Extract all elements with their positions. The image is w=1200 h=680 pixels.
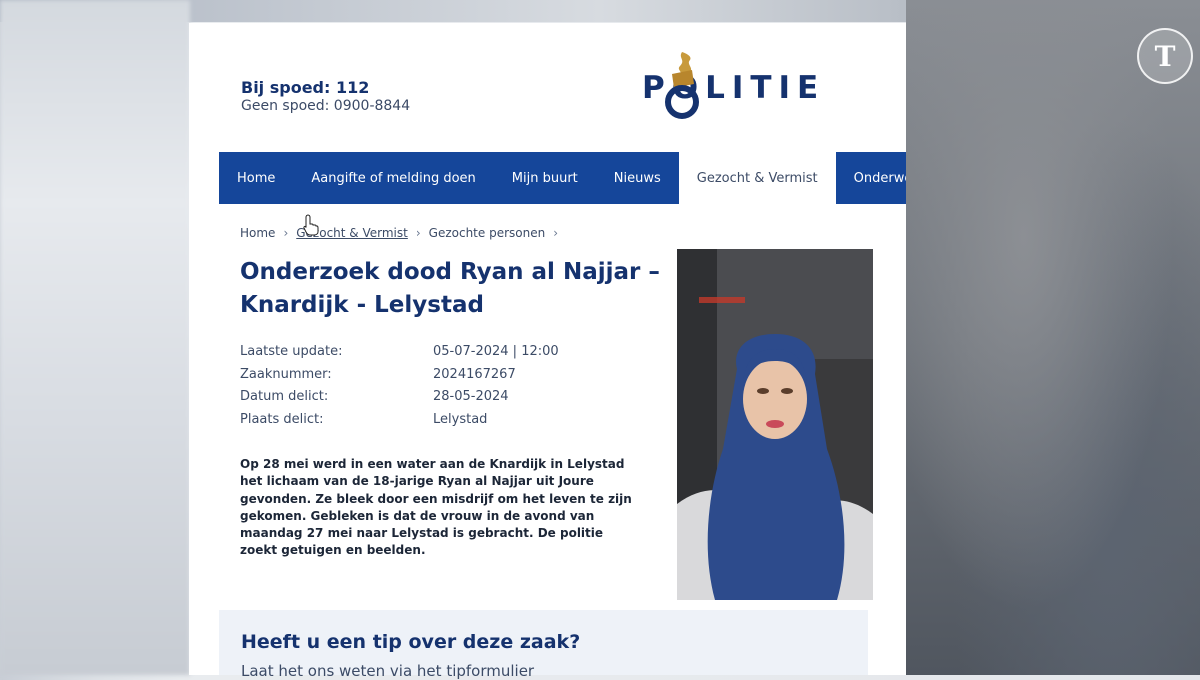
watermark-logo: T <box>1137 28 1193 84</box>
case-details: Laatste update: 05-07-2024 | 12:00 Zaakn… <box>240 340 559 431</box>
detail-row: Datum delict: 28-05-2024 <box>240 385 559 408</box>
tip-title: Heeft u een tip over deze zaak? <box>241 631 581 653</box>
nav-aangifte[interactable]: Aangifte of melding doen <box>293 152 493 204</box>
non-urgent-phone: Geen spoed: 0900-8844 <box>241 98 411 114</box>
urgent-phone: Bij spoed: 112 <box>241 78 370 97</box>
detail-label: Plaats delict: <box>240 411 324 427</box>
main-nav: Home Aangifte of melding doen Mijn buurt… <box>219 152 906 204</box>
nav-home[interactable]: Home <box>219 152 293 204</box>
chevron-right-icon: › <box>415 226 421 240</box>
detail-label: Datum delict: <box>240 389 329 405</box>
detail-row: Plaats delict: Lelystad <box>240 408 559 431</box>
breadcrumb-gezochte-personen[interactable]: Gezochte personen <box>429 226 546 240</box>
chevron-right-icon: › <box>553 226 559 240</box>
tip-link[interactable]: Laat het ons weten via het tipformulier <box>241 662 534 680</box>
victim-photo[interactable] <box>677 249 873 600</box>
detail-row: Laatste update: 05-07-2024 | 12:00 <box>240 340 559 363</box>
nav-onderwerpen[interactable]: Onderwerpen <box>836 152 906 204</box>
breadcrumb: Home › Gezocht & Vermist › Gezochte pers… <box>240 226 558 240</box>
background-left <box>0 0 190 675</box>
detail-label: Laatste update: <box>240 343 343 359</box>
detail-value: 2024167267 <box>433 366 516 382</box>
nav-mijn-buurt[interactable]: Mijn buurt <box>494 152 596 204</box>
politie-emblem-icon <box>665 52 699 119</box>
detail-value: 28-05-2024 <box>433 389 509 405</box>
person-photo-illustration <box>677 249 873 600</box>
case-description: Op 28 mei werd in een water aan de Knard… <box>240 457 632 558</box>
detail-value: 05-07-2024 | 12:00 <box>433 343 559 359</box>
breadcrumb-home[interactable]: Home <box>240 226 275 240</box>
background-right <box>906 0 1200 675</box>
page-title: Onderzoek dood Ryan al Najjar – Knardijk… <box>240 259 660 318</box>
chevron-right-icon: › <box>283 226 289 240</box>
detail-row: Zaaknummer: 2024167267 <box>240 363 559 386</box>
nav-nieuws[interactable]: Nieuws <box>596 152 679 204</box>
hand-cursor-icon <box>303 214 319 236</box>
detail-value: Lelystad <box>433 411 488 427</box>
detail-label: Zaaknummer: <box>240 366 332 382</box>
politie-logo[interactable]: POLITIE <box>642 50 825 119</box>
nav-gezocht-vermist[interactable]: Gezocht & Vermist <box>678 152 836 204</box>
